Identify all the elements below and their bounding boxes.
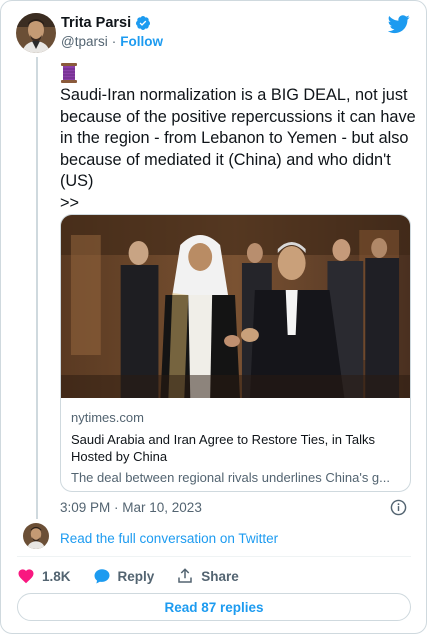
handle-separator: ·: [111, 34, 117, 49]
heart-icon: [18, 569, 34, 584]
share-icon: [178, 568, 193, 583]
author-block: Trita Parsi @tparsi · Follow: [61, 15, 163, 49]
link-preview-card[interactable]: nytimes.com Saudi Arabia and Iran Agree …: [60, 214, 411, 492]
author-handle[interactable]: @tparsi: [61, 34, 108, 49]
author-avatar[interactable]: [16, 13, 56, 53]
tweet-timestamp[interactable]: 3:09 PM · Mar 10, 2023: [60, 500, 202, 515]
likes-count: 1.8K: [42, 568, 71, 584]
like-button[interactable]: 1.8K: [17, 567, 71, 585]
reply-button[interactable]: Reply: [93, 567, 155, 585]
reply-bubble-icon: [94, 569, 110, 584]
thread-spool-emoji: [60, 63, 78, 83]
tweet-text: Saudi-Iran normalization is a BIG DEAL, …: [60, 86, 416, 212]
read-replies-button[interactable]: Read 87 replies: [17, 593, 411, 621]
link-description: The deal between regional rivals underli…: [71, 470, 391, 485]
follow-button[interactable]: Follow: [120, 34, 163, 49]
reply-label: Reply: [117, 568, 155, 584]
full-conversation-link[interactable]: Read the full conversation on Twitter: [60, 531, 278, 546]
link-domain: nytimes.com: [71, 410, 144, 425]
share-label: Share: [201, 568, 239, 584]
link-preview-image: [61, 215, 410, 398]
tweet-embed-card: Trita Parsi @tparsi · Follow Saudi-Iran …: [0, 0, 427, 634]
divider: [17, 556, 411, 557]
share-button[interactable]: Share: [176, 567, 239, 585]
info-icon[interactable]: [390, 499, 407, 516]
verified-badge-icon: [135, 15, 151, 31]
author-name[interactable]: Trita Parsi: [61, 15, 131, 31]
thread-connector-line: [36, 57, 38, 519]
author-avatar-small[interactable]: [23, 523, 49, 549]
action-bar: 1.8K Reply Share: [17, 567, 261, 585]
twitter-bird-icon[interactable]: [387, 13, 410, 35]
link-title: Saudi Arabia and Iran Agree to Restore T…: [71, 432, 375, 464]
